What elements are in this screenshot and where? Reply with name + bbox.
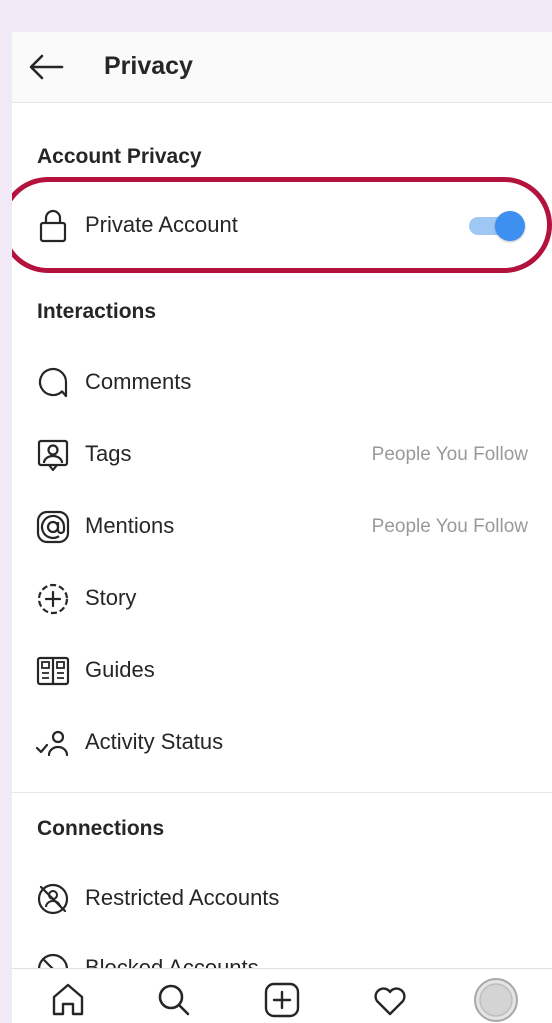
section-title-connections: Connections (37, 817, 165, 840)
comment-icon (38, 367, 68, 398)
mentions-row[interactable]: Mentions People You Follow (12, 499, 552, 555)
guides-label: Guides (85, 657, 155, 682)
tab-search[interactable] (154, 980, 194, 1020)
header-bar: Privacy (12, 32, 552, 103)
comments-row[interactable]: Comments (12, 355, 552, 411)
section-title-interactions: Interactions (37, 300, 157, 323)
blocked-accounts-label: Blocked Accounts (85, 955, 259, 968)
back-button[interactable] (26, 49, 68, 85)
home-icon (52, 983, 84, 1016)
restricted-icon (37, 883, 69, 915)
blocked-icon (37, 953, 69, 968)
mentions-value: People You Follow (371, 516, 528, 537)
story-row[interactable]: Story (12, 571, 552, 627)
heart-icon (374, 987, 406, 1016)
tab-home[interactable] (48, 980, 88, 1020)
tag-person-icon (37, 439, 69, 472)
page-title: Privacy (104, 52, 193, 80)
at-sign-icon (36, 510, 70, 544)
arrow-left-icon (29, 54, 64, 80)
tags-row[interactable]: Tags People You Follow (12, 427, 552, 483)
search-icon (158, 984, 190, 1016)
story-add-icon (37, 583, 69, 615)
tags-value: People You Follow (371, 444, 528, 465)
tab-profile[interactable] (474, 978, 518, 1022)
section-divider (12, 792, 552, 793)
privacy-screen: Privacy Account Privacy Private Account … (12, 32, 552, 1023)
add-post-icon (264, 982, 300, 1018)
blocked-accounts-row[interactable]: Blocked Accounts (12, 942, 552, 968)
profile-avatar (474, 978, 518, 1022)
mentions-label: Mentions (85, 513, 175, 538)
bottom-tab-bar (12, 968, 552, 1023)
restricted-accounts-label: Restricted Accounts (85, 885, 280, 910)
tags-label: Tags (85, 441, 132, 466)
highlight-outline (12, 177, 552, 273)
guides-icon (36, 656, 70, 686)
tab-activity[interactable] (370, 980, 410, 1020)
activity-status-icon (35, 730, 69, 757)
section-title-account-privacy: Account Privacy (37, 145, 202, 168)
guides-row[interactable]: Guides (12, 643, 552, 699)
tab-create[interactable] (262, 980, 302, 1020)
story-label: Story (85, 585, 137, 610)
restricted-accounts-row[interactable]: Restricted Accounts (12, 871, 552, 927)
comments-label: Comments (85, 369, 192, 394)
activity-status-row[interactable]: Activity Status (12, 715, 552, 771)
activity-status-label: Activity Status (85, 729, 224, 754)
